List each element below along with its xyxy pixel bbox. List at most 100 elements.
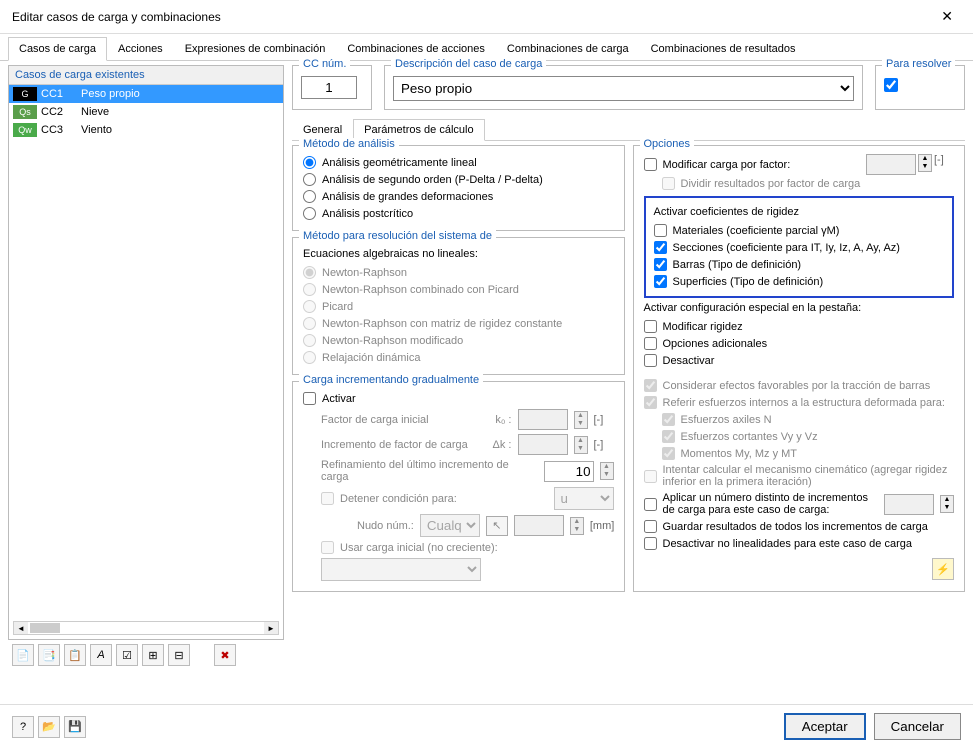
solver-legend: Método para resolución del sistema de [299,230,496,242]
btn3[interactable]: 📋 [64,644,86,666]
initial-select [321,558,481,581]
case-id: CC2 [41,106,81,118]
close-icon[interactable]: ✕ [933,8,961,25]
case-row-cc2[interactable]: Qs CC2 Nieve [9,103,283,121]
radio-grandes[interactable]: Análisis de grandes deformaciones [303,188,614,205]
check-ref3: Momentos My, Mz y MT [662,445,955,462]
case-tag: Qw [13,123,37,137]
radio-nr-const: Newton-Raphson con matriz de rigidez con… [303,315,614,332]
ok-button[interactable]: Aceptar [784,713,866,740]
solve-label: Para resolver [882,58,955,70]
save-button[interactable]: 💾 [64,716,86,738]
case-name: Viento [81,124,112,136]
btn6[interactable]: ⊞ [142,644,164,666]
check-ref1: Esfuerzos axiles N [662,411,955,428]
check-initial: Usar carga inicial (no creciente): [321,539,614,556]
radio-nr-picard: Newton-Raphson combinado con Picard [303,281,614,298]
help-button[interactable]: ? [12,716,34,738]
analysis-legend: Método de análisis [299,138,399,150]
radio-lineal[interactable]: Análisis geométricamente lineal [303,154,614,171]
row-k0: Factor de carga inicialk₀ : ▲▼[-] [321,407,614,432]
solver-group: Método para resolución del sistema de Ec… [292,237,625,375]
dk-input [518,434,568,455]
factor-input [866,154,916,175]
open-button[interactable]: 📂 [38,716,60,738]
stiffness-highlight-box: Activar coeficientes de rigidez Material… [644,196,955,298]
check-mat[interactable]: Materiales (coeficiente parcial γM) [654,222,945,239]
case-row-cc1[interactable]: G CC1 Peso propio [9,85,283,103]
k0-input [518,409,568,430]
case-id: CC3 [41,124,81,136]
delete-case-button[interactable]: ✖ [214,644,236,666]
refine-input[interactable] [544,461,594,482]
window-title: Editar casos de carga y combinaciones [12,10,221,24]
btn5[interactable]: ☑ [116,644,138,666]
options-group: Opciones Modificar carga por factor: ▲▼[… [633,145,966,592]
case-name: Nieve [81,106,109,118]
radio-nr-mod: Newton-Raphson modificado [303,332,614,349]
cases-toolbar: 📄 📑 📋 A ☑ ⊞ ⊟ ✖ [8,640,284,670]
flash-icon[interactable]: ⚡ [932,558,954,580]
tab-acciones[interactable]: Acciones [107,37,174,61]
solve-check[interactable] [884,78,898,92]
check-deact[interactable]: Desactivar no linealidades para este cas… [644,535,955,552]
radio-pdelta[interactable]: Análisis de segundo orden (P-Delta / P-d… [303,171,614,188]
radio-picard: Picard [303,298,614,315]
check-refer: Referir esfuerzos internos a la estructu… [644,394,955,411]
special-title: Activar configuración especial en la pes… [644,302,955,314]
case-tag: G [13,87,37,101]
btn4[interactable]: A [90,644,112,666]
check-sp1[interactable]: Modificar rigidez [644,318,955,335]
check-apply[interactable]: Aplicar un número distinto de incremento… [644,490,955,518]
desc-select[interactable]: Peso propio [393,76,854,101]
check-sp3[interactable]: Desactivar [644,352,955,369]
stiff-title: Activar coeficientes de rigidez [654,206,945,218]
dialog-footer: ? 📂 💾 Aceptar Cancelar [0,704,973,748]
check-surf[interactable]: Superficies (Tipo de definición) [654,273,945,290]
cases-hscrollbar[interactable]: ◄► [13,621,279,635]
incremental-legend: Carga incrementando gradualmente [299,374,483,386]
check-save[interactable]: Guardar resultados de todos los incremen… [644,518,955,535]
cc-num-group: CC núm. [292,65,372,110]
case-tag: Qs [13,105,37,119]
cc-num-label: CC núm. [299,58,350,70]
cancel-button[interactable]: Cancelar [874,713,961,740]
row-dk: Incremento de factor de cargaΔk : ▲▼[-] [321,432,614,457]
desc-group: Descripción del caso de carga Peso propi… [384,65,863,110]
node-select: Cualqui [420,514,480,537]
new-case-button[interactable]: 📄 [12,644,34,666]
options-legend: Opciones [640,138,694,150]
radio-postcritico[interactable]: Análisis postcrítico [303,205,614,222]
check-mod-factor[interactable] [644,158,657,171]
solver-subhead: Ecuaciones algebraicas no lineales: [303,248,614,260]
check-bar[interactable]: Barras (Tipo de definición) [654,256,945,273]
check-divide: Dividir resultados por factor de carga [662,175,955,192]
radio-relaj: Relajación dinámica [303,349,614,366]
apply-num-input [884,494,934,515]
case-id: CC1 [41,88,81,100]
copy-case-button[interactable]: 📑 [38,644,60,666]
analysis-method-group: Método de análisis Análisis geométricame… [292,145,625,231]
desc-label: Descripción del caso de carga [391,58,546,70]
case-row-cc3[interactable]: Qw CC3 Viento [9,121,283,139]
initial-select-row [321,556,614,583]
check-ref2: Esfuerzos cortantes Vy y Vz [662,428,955,445]
tab-comb-resultados[interactable]: Combinaciones de resultados [640,37,807,61]
case-name: Peso propio [81,88,140,100]
cases-list-header: Casos de carga existentes [9,66,283,85]
stop-select: u [554,487,614,510]
node-val-input [514,515,564,536]
incremental-group: Carga incrementando gradualmente Activar… [292,381,625,592]
check-sec[interactable]: Secciones (coeficiente para IT, Iy, Iz, … [654,239,945,256]
solve-group: Para resolver [875,65,965,110]
check-activar[interactable]: Activar [303,390,614,407]
btn7[interactable]: ⊟ [168,644,190,666]
radio-nr: Newton-Raphson [303,264,614,281]
tab-casos-de-carga[interactable]: Casos de carga [8,37,107,61]
check-fav: Considerar efectos favorables por la tra… [644,377,955,394]
check-stop: Detener condición para: u [321,485,614,512]
pick-node-icon: ↖ [486,516,508,536]
cc-num-input[interactable] [301,76,357,99]
check-sp2[interactable]: Opciones adicionales [644,335,955,352]
check-kinem: Intentar calcular el mecanismo cinemátic… [644,462,955,490]
